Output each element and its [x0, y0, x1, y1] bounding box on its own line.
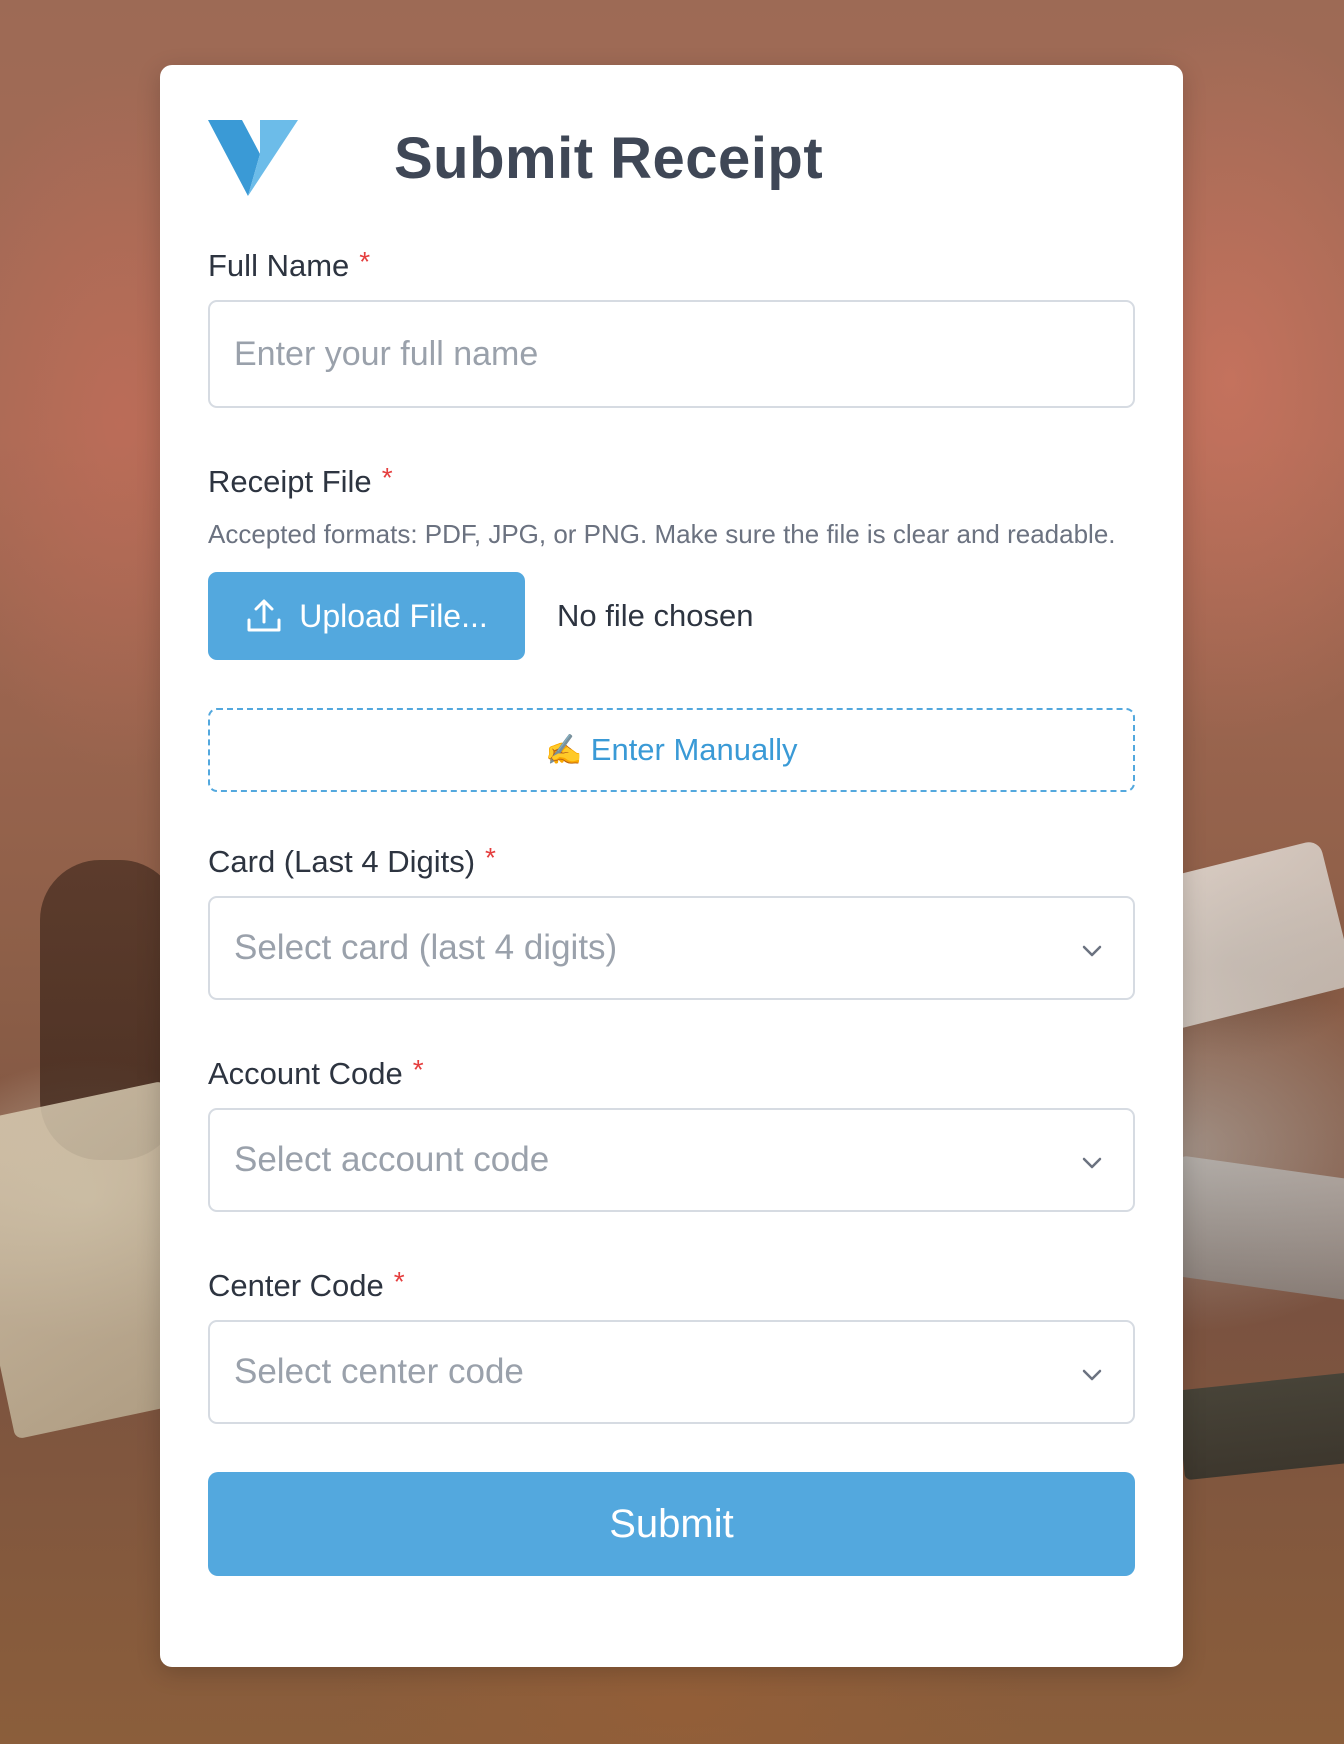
card-field: Card (Last 4 Digits) * Select card (last…	[208, 844, 1135, 1000]
card-label: Card (Last 4 Digits) *	[208, 844, 1135, 880]
receipt-file-label: Receipt File *	[208, 464, 1135, 500]
account-code-select[interactable]: Select account code	[208, 1108, 1135, 1212]
enter-manually-button[interactable]: ✍️ Enter Manually	[208, 708, 1135, 792]
receipt-file-label-text: Receipt File	[208, 464, 372, 499]
required-marker: *	[381, 462, 393, 493]
center-code-select-placeholder: Select center code	[234, 1352, 524, 1391]
upload-file-button[interactable]: Upload File...	[208, 572, 525, 660]
chevron-down-icon	[1082, 1157, 1102, 1169]
upload-row: Upload File... No file chosen	[208, 572, 1135, 660]
center-code-label-text: Center Code	[208, 1268, 384, 1303]
card-select[interactable]: Select card (last 4 digits)	[208, 896, 1135, 1000]
v-logo-icon	[208, 120, 298, 196]
center-code-label: Center Code *	[208, 1268, 1135, 1304]
submit-button[interactable]: Submit	[208, 1472, 1135, 1576]
card-label-text: Card (Last 4 Digits)	[208, 844, 476, 879]
full-name-label: Full Name *	[208, 248, 1135, 284]
required-marker: *	[393, 1266, 405, 1297]
chevron-down-icon	[1082, 1369, 1102, 1381]
required-marker: *	[485, 842, 496, 873]
full-name-input[interactable]	[208, 300, 1135, 408]
card-select-placeholder: Select card (last 4 digits)	[234, 928, 618, 967]
receipt-file-hint: Accepted formats: PDF, JPG, or PNG. Make…	[208, 519, 1116, 549]
full-name-label-text: Full Name	[208, 248, 350, 283]
required-marker: *	[412, 1054, 424, 1085]
account-code-select-placeholder: Select account code	[234, 1140, 550, 1179]
receipt-file-field: Receipt File * Accepted formats: PDF, JP…	[208, 464, 1135, 660]
required-marker: *	[359, 246, 371, 277]
account-code-label-text: Account Code	[208, 1056, 403, 1091]
full-name-field: Full Name *	[208, 248, 1135, 408]
background-card-shape	[1175, 1369, 1344, 1481]
background-laptop-shape	[1162, 1155, 1344, 1305]
receipt-form-card: Submit Receipt Full Name * Receipt File …	[160, 65, 1183, 1667]
upload-file-button-label: Upload File...	[299, 597, 488, 634]
enter-manually-label: Enter Manually	[590, 732, 798, 767]
writing-hand-icon: ✍️	[545, 733, 583, 767]
center-code-select[interactable]: Select center code	[208, 1320, 1135, 1424]
page-title: Submit Receipt	[394, 125, 824, 191]
form-header: Submit Receipt	[208, 113, 1135, 203]
chevron-down-icon	[1082, 945, 1102, 957]
center-code-field: Center Code * Select center code	[208, 1268, 1135, 1424]
upload-icon	[247, 599, 281, 632]
account-code-field: Account Code * Select account code	[208, 1056, 1135, 1212]
file-status-text: No file chosen	[557, 598, 754, 633]
account-code-label: Account Code *	[208, 1056, 1135, 1092]
